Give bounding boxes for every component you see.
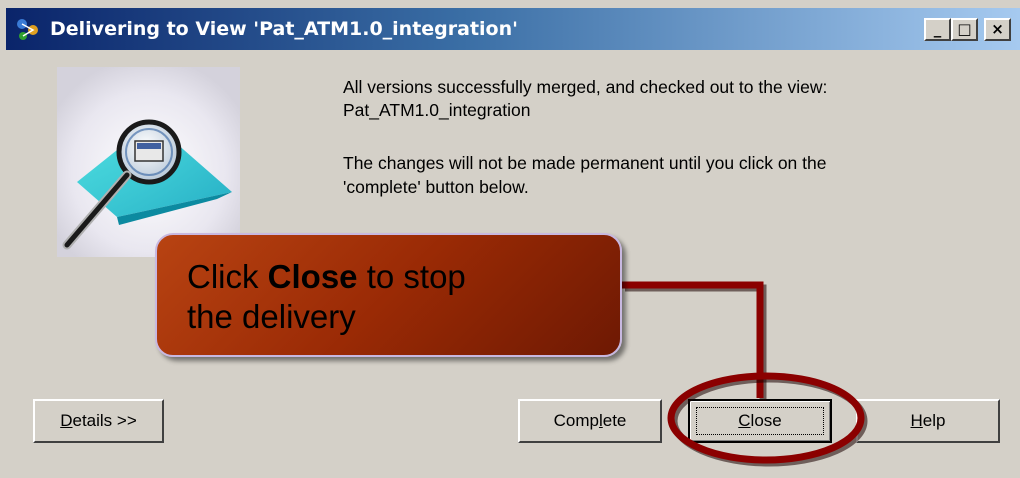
deliver-dialog: Delivering to View 'Pat_ATM1.0_integrati…: [0, 0, 1020, 478]
callout-prefix: Click: [187, 258, 268, 295]
instruction-callout: Click Close to stop the delivery: [155, 233, 622, 357]
callout-line-2: the delivery: [187, 298, 356, 335]
callout-text: Click Close to stop the delivery: [187, 257, 466, 337]
callout-bold-close: Close: [267, 258, 358, 295]
callout-suffix: to stop: [357, 258, 466, 295]
